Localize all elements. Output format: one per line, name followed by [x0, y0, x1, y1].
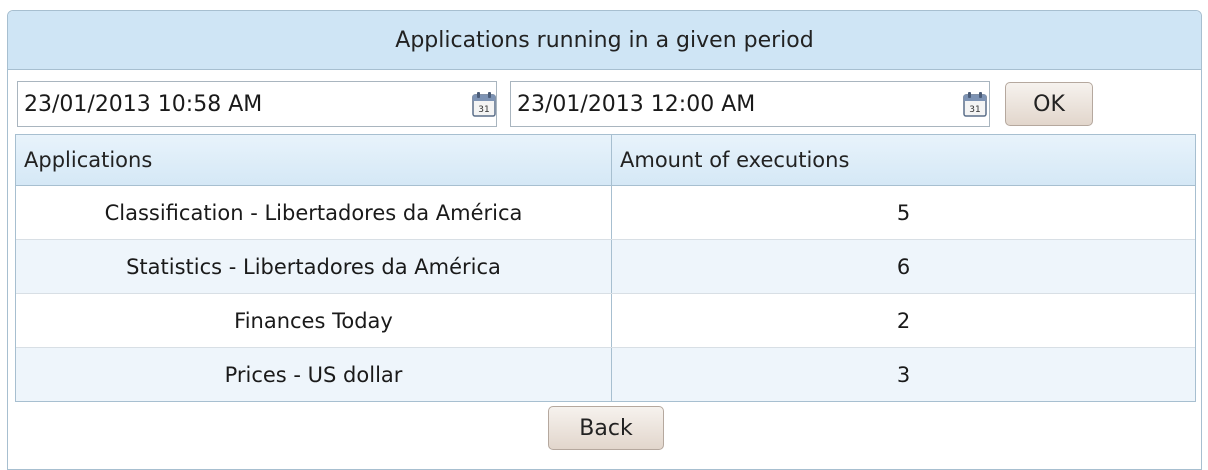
application-cell: Classification - Libertadores da América [16, 186, 612, 239]
application-cell: Prices - US dollar [16, 348, 612, 401]
ok-button[interactable]: OK [1005, 82, 1093, 126]
back-button[interactable]: Back [548, 406, 664, 450]
column-header-executions[interactable]: Amount of executions [612, 135, 1195, 185]
executions-cell: 2 [896, 308, 911, 333]
svg-text:31: 31 [969, 105, 980, 115]
executions-cell: 5 [896, 200, 911, 225]
executions-cell: 3 [896, 362, 911, 387]
application-cell: Finances Today [16, 294, 612, 347]
date-filter-row: 23/01/2013 10:58 AM 31 23/01/2013 12:00 … [17, 81, 1192, 127]
applications-panel: Applications running in a given period 2… [7, 10, 1202, 470]
application-cell: Statistics - Libertadores da América [16, 240, 612, 293]
calendar-icon[interactable]: 31 [960, 89, 990, 119]
table-row[interactable]: Classification - Libertadores da América… [16, 186, 1195, 240]
table-row[interactable]: Statistics - Libertadores da América 6 [16, 240, 1195, 294]
column-header-applications[interactable]: Applications [16, 135, 612, 185]
panel-title: Applications running in a given period [8, 11, 1201, 70]
applications-table: Applications Amount of executions Classi… [15, 134, 1196, 402]
svg-text:31: 31 [478, 105, 489, 115]
calendar-icon[interactable]: 31 [469, 89, 499, 119]
table-header: Applications Amount of executions [16, 135, 1195, 186]
end-date-input[interactable]: 23/01/2013 12:00 AM [510, 81, 990, 127]
start-date-input[interactable]: 23/01/2013 10:58 AM [17, 81, 497, 127]
executions-cell: 6 [896, 254, 911, 279]
table-row[interactable]: Prices - US dollar 3 [16, 348, 1195, 401]
table-row[interactable]: Finances Today 2 [16, 294, 1195, 348]
